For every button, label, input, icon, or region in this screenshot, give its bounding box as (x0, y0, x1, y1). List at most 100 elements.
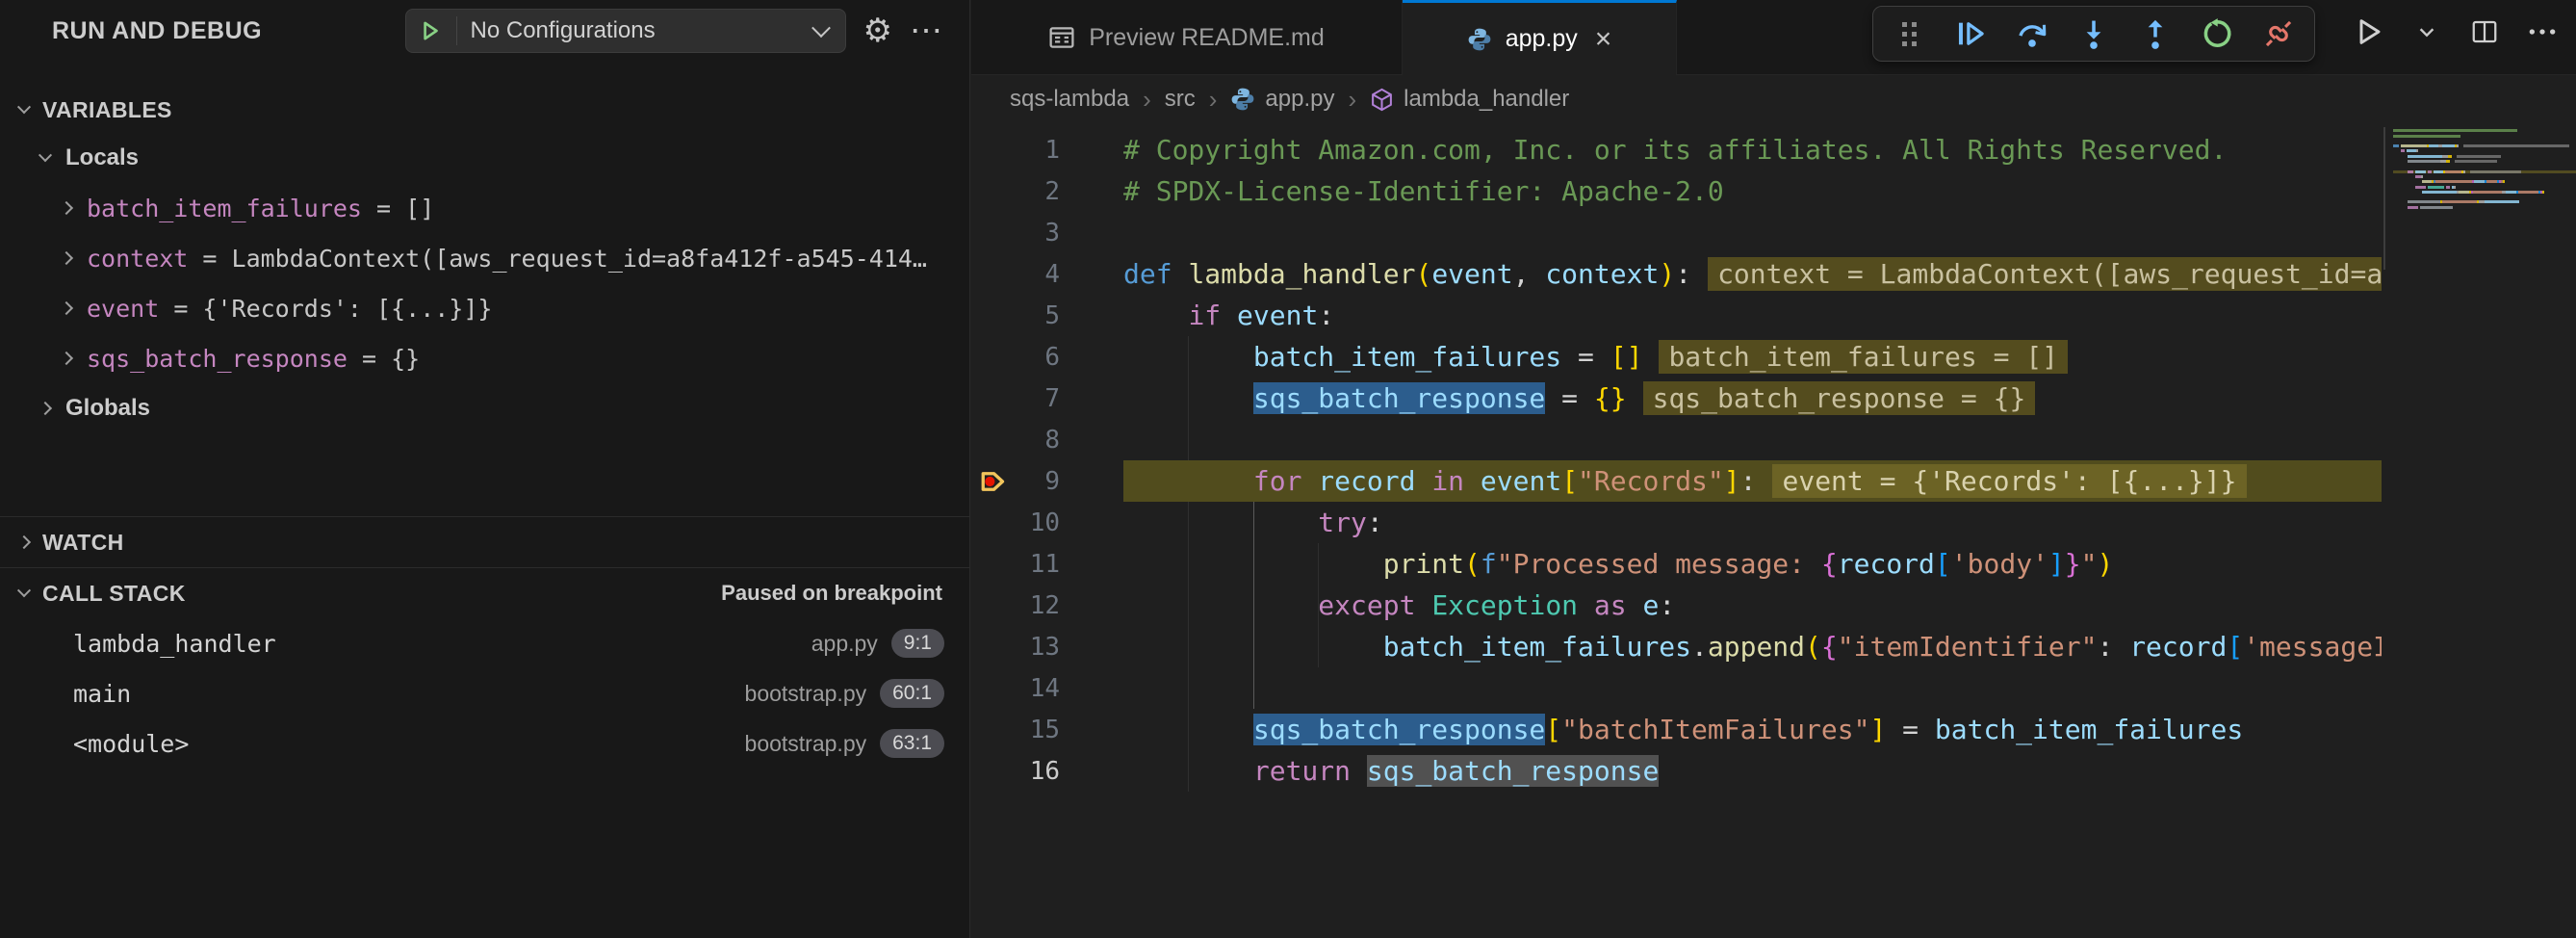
line-content: print(f"Processed message: {record['body… (1123, 543, 2382, 585)
tab-preview-readme-md[interactable]: Preview README.md (971, 0, 1403, 75)
chevron-right-icon (60, 352, 73, 365)
code-line-7[interactable]: 7 sqs_batch_response = {}sqs_batch_respo… (971, 378, 2576, 419)
minimap-line (2393, 155, 2576, 158)
step-out-button[interactable] (2139, 17, 2172, 50)
minimap-line (2393, 206, 2576, 209)
python-icon (1467, 27, 1492, 52)
line-number: 15 (1014, 716, 1060, 744)
line-content: batch_item_failures = []batch_item_failu… (1123, 336, 2382, 378)
code-line-9[interactable]: 9 for record in event["Records"]:event =… (971, 460, 2576, 502)
split-editor-button[interactable] (2468, 15, 2501, 48)
python-icon (1230, 87, 1255, 112)
breadcrumb-item-sqs-lambda[interactable]: sqs-lambda (1010, 86, 1129, 113)
breadcrumb: sqs-lambda›src›app.py›lambda_handler (971, 75, 2576, 123)
line-number: 2 (1014, 177, 1060, 206)
line-number: 8 (1014, 426, 1060, 455)
variable-row-batch_item_failures[interactable]: batch_item_failures = [] (0, 183, 969, 233)
line-number: 7 (1014, 384, 1060, 413)
code-line-6[interactable]: 6 batch_item_failures = []batch_item_fai… (971, 336, 2576, 378)
minimap-slider[interactable] (2383, 127, 2385, 270)
callstack-section-header[interactable]: CALL STACK Paused on breakpoint (0, 567, 969, 618)
line-content: if event: (1123, 295, 2382, 336)
step-over-button[interactable] (2016, 17, 2048, 50)
minimap-line (2393, 140, 2576, 143)
preview-icon (1048, 24, 1075, 51)
code-line-15[interactable]: 15 sqs_batch_response["batchItemFailures… (971, 709, 2576, 750)
vscode-window: RUN AND DEBUG No Configurations ⚙ ⋯ VARI… (0, 0, 2576, 938)
chevron-right-icon (17, 535, 31, 549)
frame-name: lambda_handler (73, 630, 276, 658)
variable-row-context[interactable]: context = LambdaContext([aws_request_id=… (0, 233, 969, 283)
minimap-line (2393, 195, 2576, 198)
line-number: 4 (1014, 260, 1060, 289)
debug-config-dropdown[interactable]: No Configurations (405, 9, 846, 53)
locals-group[interactable]: Locals (0, 133, 969, 183)
variable-row-sqs_batch_response[interactable]: sqs_batch_response = {} (0, 333, 969, 383)
tab-bar: Preview README.md app.py × (971, 0, 2576, 75)
line-content: sqs_batch_response = {}sqs_batch_respons… (1123, 378, 2382, 419)
chevron-down-icon (39, 148, 52, 162)
code-line-13[interactable]: 13 batch_item_failures.append({"itemIden… (971, 626, 2576, 667)
line-content: for record in event["Records"]:event = {… (1123, 460, 2382, 502)
code-line-3[interactable]: 3 (971, 212, 2576, 253)
variables-section-header[interactable]: VARIABLES (0, 87, 969, 133)
tab-label: app.py (1506, 25, 1578, 53)
line-number: 6 (1014, 343, 1060, 372)
minimap-line (2393, 149, 2576, 152)
close-icon[interactable]: × (1595, 23, 1612, 56)
start-debugging-icon[interactable] (418, 18, 443, 43)
variables-list: batch_item_failures = []context = Lambda… (0, 183, 969, 383)
gear-icon[interactable]: ⚙ (863, 14, 892, 47)
more-actions-button[interactable] (2526, 15, 2559, 48)
disconnect-button[interactable] (2262, 17, 2295, 50)
code-line-14[interactable]: 14 (971, 667, 2576, 709)
run-dropdown-button[interactable] (2410, 15, 2443, 48)
line-number: 13 (1014, 633, 1060, 662)
continue-button[interactable] (1954, 17, 1987, 50)
run-and-debug-sidebar: RUN AND DEBUG No Configurations ⚙ ⋯ VARI… (0, 0, 970, 938)
line-number: 16 (1014, 757, 1060, 786)
locals-label: Locals (65, 144, 139, 171)
tab-app-py[interactable]: app.py × (1403, 0, 1677, 75)
line-number: 9 (1014, 467, 1060, 496)
code-line-12[interactable]: 12 except Exception as e: (971, 585, 2576, 626)
minimap-line (2393, 200, 2576, 203)
code-line-2[interactable]: 2# SPDX-License-Identifier: Apache-2.0 (971, 170, 2576, 212)
code-line-5[interactable]: 5 if event: (971, 295, 2576, 336)
debug-toolbar (1872, 6, 2315, 62)
sidebar-title: RUN AND DEBUG (52, 17, 262, 45)
step-into-button[interactable] (2077, 17, 2110, 50)
breadcrumb-separator: › (1348, 85, 1356, 115)
breadcrumb-item-app.py[interactable]: app.py (1230, 86, 1334, 113)
watch-section-header[interactable]: WATCH (0, 516, 969, 567)
globals-group[interactable]: Globals (0, 383, 969, 433)
breadcrumb-item-src[interactable]: src (1165, 86, 1196, 113)
code-line-4[interactable]: 4def lambda_handler(event, context):cont… (971, 253, 2576, 295)
code-line-16[interactable]: 16 return sqs_batch_response (971, 750, 2576, 792)
more-actions-icon[interactable]: ⋯ (910, 14, 942, 47)
code-line-8[interactable]: 8 (971, 419, 2576, 460)
run-button[interactable] (2353, 15, 2385, 48)
restart-button[interactable] (2201, 17, 2233, 50)
line-content: sqs_batch_response["batchItemFailures"] … (1123, 709, 2382, 750)
line-number: 3 (1014, 219, 1060, 248)
variable-row-event[interactable]: event = {'Records': [{...}]} (0, 283, 969, 333)
stack-frame-row[interactable]: lambda_handlerapp.py9:1 (0, 618, 969, 668)
code-line-1[interactable]: 1# Copyright Amazon.com, Inc. or its aff… (971, 129, 2576, 170)
minimap[interactable] (2383, 127, 2576, 532)
dropdown-divider (456, 16, 457, 45)
frame-name: <module> (73, 730, 189, 758)
stack-frame-row[interactable]: mainbootstrap.py60:1 (0, 668, 969, 718)
minimap-line (2393, 165, 2576, 168)
current-stackframe-breakpoint-icon[interactable] (971, 467, 1014, 496)
frame-file: bootstrap.py (745, 731, 867, 757)
code-line-10[interactable]: 10 try: (971, 502, 2576, 543)
stack-frame-row[interactable]: <module>bootstrap.py63:1 (0, 718, 969, 769)
drag-handle[interactable] (1893, 17, 1925, 50)
frame-name: main (73, 680, 131, 708)
watch-label: WATCH (42, 530, 124, 556)
line-content: except Exception as e: (1123, 585, 2382, 626)
breadcrumb-item-lambda_handler[interactable]: lambda_handler (1370, 86, 1569, 113)
line-number: 1 (1014, 136, 1060, 165)
code-line-11[interactable]: 11 print(f"Processed message: {record['b… (971, 543, 2576, 585)
